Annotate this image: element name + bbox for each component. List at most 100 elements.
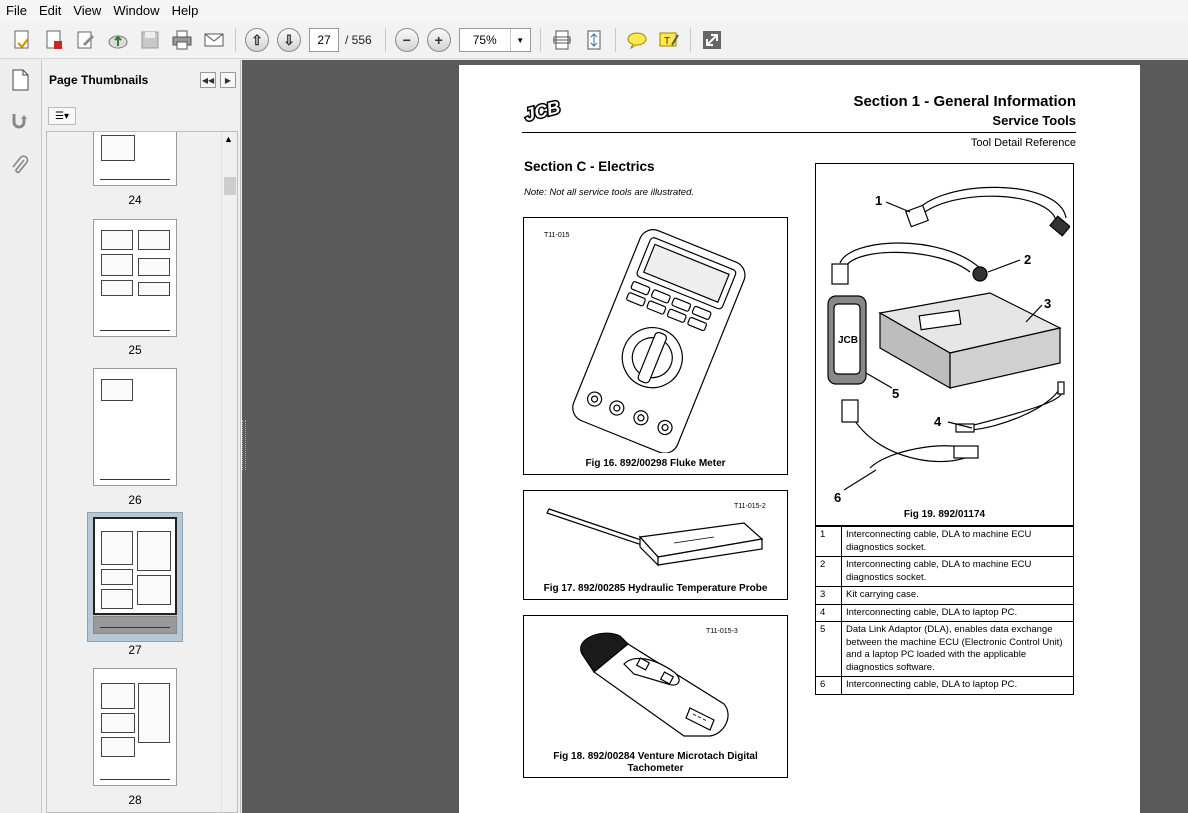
callout-1: 1: [875, 193, 882, 208]
fit-width-button[interactable]: [548, 26, 576, 54]
legend-text: Kit carrying case.: [841, 586, 1074, 605]
legend-number: 3: [815, 586, 842, 605]
callout-6: 6: [834, 490, 841, 504]
toolbar-separator: [689, 28, 691, 52]
comment-icon: [627, 32, 647, 50]
diagnostic-kit-illustration: JCB 1 2 3 4 5 6: [827, 186, 1070, 504]
figure-fluke-meter: T11-015 Fig 16. 892/00298 Fluke Meter: [523, 217, 788, 475]
menu-bar: File Edit View Window Help: [0, 0, 1188, 22]
chevron-right-icon[interactable]: ▶: [220, 72, 236, 88]
legend-text: Interconnecting cable, DLA to machine EC…: [841, 526, 1074, 557]
header-rule: [522, 132, 1076, 133]
create-pdf-button[interactable]: [8, 26, 36, 54]
legend-text: Data Link Adaptor (DLA), enables data ex…: [841, 621, 1074, 677]
legend-number: 1: [815, 526, 842, 557]
fullscreen-button[interactable]: [698, 26, 726, 54]
navigation-rail: [0, 60, 42, 813]
menu-help[interactable]: Help: [166, 0, 205, 22]
thumbnail-page-lower: [93, 616, 177, 634]
print-button[interactable]: [168, 26, 196, 54]
document-viewer[interactable]: JCB Section 1 - General Information Serv…: [242, 60, 1188, 813]
menu-file[interactable]: File: [0, 0, 33, 22]
thumbnail-page[interactable]: [93, 368, 177, 486]
fit-page-button[interactable]: [580, 26, 608, 54]
upload-button[interactable]: [104, 26, 132, 54]
legend-text: Interconnecting cable, DLA to machine EC…: [841, 556, 1074, 587]
save-icon: [141, 31, 159, 49]
legend-number: 4: [815, 603, 842, 622]
zoom-out-button[interactable]: −: [393, 26, 421, 54]
save-button[interactable]: [136, 26, 164, 54]
zoom-select[interactable]: 75% ▼: [458, 28, 531, 52]
jcb-logo-icon: JCB: [522, 95, 562, 125]
thumbnail-options-button[interactable]: ☰▾: [48, 107, 76, 125]
menu-edit[interactable]: Edit: [33, 0, 67, 22]
chevron-down-icon[interactable]: ▼: [509, 29, 530, 51]
section-title: Section 1 - General Information: [853, 93, 1076, 110]
edit-document-icon: [77, 31, 94, 49]
legend-number: 5: [815, 621, 842, 677]
thumbnail-page[interactable]: [93, 219, 177, 337]
panel-header: Page Thumbnails ◀◀ ▶: [42, 60, 240, 100]
section-subtitle: Service Tools: [992, 113, 1076, 128]
table-row: 4 Interconnecting cable, DLA to laptop P…: [815, 603, 1074, 622]
email-button[interactable]: [200, 26, 228, 54]
legend-number: 6: [815, 676, 842, 695]
table-row: 5 Data Link Adaptor (DLA), enables data …: [815, 621, 1074, 677]
legend-table: 1 Interconnecting cable, DLA to machine …: [815, 526, 1074, 695]
plus-icon: +: [426, 28, 451, 52]
next-page-button[interactable]: ⇩: [275, 26, 303, 54]
legend-text: Interconnecting cable, DLA to laptop PC.: [841, 603, 1074, 622]
multimeter-illustration: [572, 229, 746, 453]
svg-text:JCB: JCB: [838, 335, 858, 346]
chevron-up-icon[interactable]: ▲: [224, 134, 233, 144]
page-thumbnails-icon[interactable]: [6, 66, 34, 94]
collapse-panel-button[interactable]: ◀◀: [200, 72, 216, 88]
paperclip-icon[interactable]: [6, 152, 34, 180]
zoom-value: 75%: [472, 33, 497, 47]
table-row: 1 Interconnecting cable, DLA to machine …: [815, 526, 1074, 557]
printer-icon: [172, 30, 192, 50]
toolbar-separator: [539, 28, 541, 52]
thumbnail-label: 27: [128, 643, 142, 657]
figure-caption-line2: Tachometer: [627, 763, 684, 774]
toolbar-separator: [614, 28, 616, 52]
legend-number: 2: [815, 556, 842, 587]
page-total-label: / 556: [345, 33, 372, 47]
zoom-in-button[interactable]: +: [425, 26, 453, 54]
callout-2: 2: [1024, 252, 1031, 267]
thumbnail-label: 26: [128, 493, 142, 507]
create-pdf-icon: [14, 30, 29, 49]
figure-caption: Fig 19. 892/01174: [903, 509, 986, 520]
edit-button[interactable]: [72, 26, 100, 54]
expand-icon: [702, 31, 721, 49]
previous-page-button[interactable]: ⇧: [243, 26, 271, 54]
page-number-input[interactable]: 27: [309, 28, 339, 52]
thumbnail-page[interactable]: [93, 132, 177, 186]
highlight-button[interactable]: T: [655, 26, 683, 54]
scrollbar-thumb[interactable]: [224, 177, 236, 195]
toolbar: ⇧ ⇩ 27 / 556 − + 75% ▼ T: [0, 22, 1188, 59]
menu-window[interactable]: Window: [107, 0, 165, 22]
thumbnails-panel: Page Thumbnails ◀◀ ▶ ☰▾ 24 25 26 27 28 ▲: [42, 60, 241, 813]
pdf-tools-button[interactable]: [40, 26, 68, 54]
panel-title: Page Thumbnails: [49, 73, 149, 87]
thumbnail-page-current[interactable]: [93, 517, 177, 615]
table-row: 3 Kit carrying case.: [815, 586, 1074, 605]
arrow-up-icon: ⇧: [245, 28, 269, 52]
toolbar-separator: [235, 28, 236, 52]
tachometer-illustration: [580, 632, 729, 737]
figure-diagnostic-kit: JCB 1 2 3 4 5 6 Fig 19. 892/01174: [815, 163, 1074, 526]
thumbnail-label: 25: [128, 343, 142, 357]
thumbnail-scrollbar[interactable]: ▲: [221, 132, 237, 812]
logo-text: JCB: [522, 97, 562, 125]
table-row: 2 Interconnecting cable, DLA to machine …: [815, 556, 1074, 587]
thumbnail-label: 24: [128, 193, 142, 207]
thumbnail-page[interactable]: [93, 668, 177, 786]
comment-button[interactable]: [623, 26, 651, 54]
figure-caption-line1: Fig 18. 892/00284 Venture Microtach Digi…: [553, 751, 758, 762]
bookmarks-icon[interactable]: [6, 108, 34, 136]
menu-view[interactable]: View: [67, 0, 107, 22]
panel-resize-handle[interactable]: [242, 420, 246, 470]
fit-width-icon: [552, 30, 571, 50]
